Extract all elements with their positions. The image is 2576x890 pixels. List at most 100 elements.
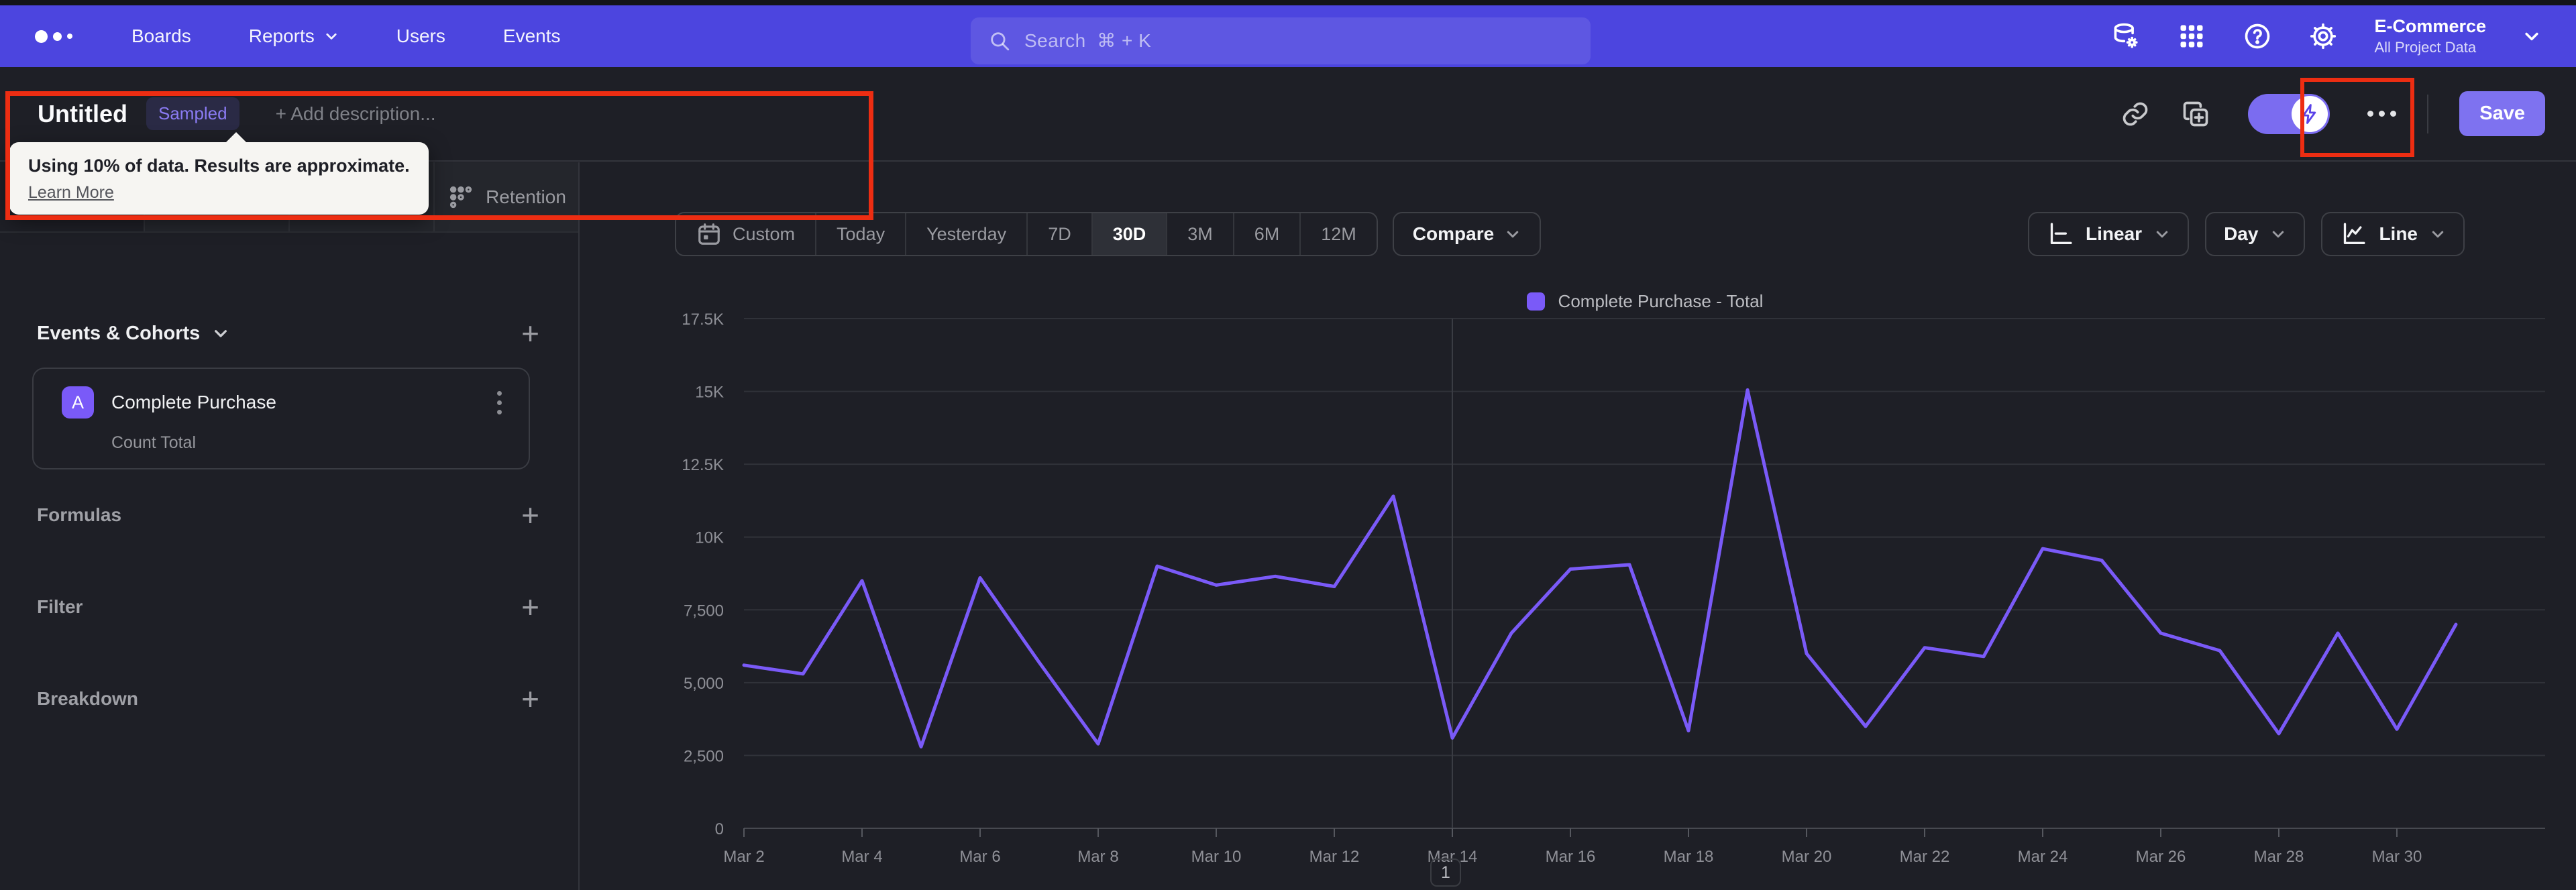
- svg-text:Mar 12: Mar 12: [1309, 848, 1360, 866]
- events-cohorts-title[interactable]: Events & Cohorts: [37, 323, 200, 345]
- scale-dropdown[interactable]: Linear: [2028, 212, 2190, 256]
- calendar-icon: [698, 223, 720, 245]
- nav-item-events[interactable]: Events: [503, 25, 561, 47]
- range-today[interactable]: Today: [815, 213, 905, 255]
- help-icon[interactable]: [2243, 21, 2272, 51]
- nav-right-group: E-Commerce All Project Data: [2111, 15, 2541, 56]
- chevron-down-icon: [326, 33, 337, 40]
- chevron-down-icon: [2156, 231, 2168, 238]
- nav-item-label: Events: [502, 25, 561, 46]
- range-yesterday[interactable]: Yesterday: [905, 213, 1026, 255]
- mixpanel-logo[interactable]: [35, 30, 72, 43]
- apps-grid-icon[interactable]: [2177, 21, 2206, 51]
- logo-dot: [53, 32, 62, 41]
- add-description[interactable]: + Add description...: [276, 103, 436, 125]
- range-label: Custom: [733, 223, 796, 244]
- range-7d[interactable]: 7D: [1026, 213, 1091, 255]
- chevron-down-icon: [1507, 231, 1519, 238]
- add-filter-button[interactable]: +: [521, 592, 539, 622]
- report-title[interactable]: Untitled: [38, 100, 127, 128]
- nav-item-users[interactable]: Users: [396, 25, 445, 47]
- tab-label: Retention: [486, 186, 566, 207]
- svg-text:7,500: 7,500: [684, 602, 724, 620]
- data-management-icon[interactable]: [2111, 21, 2141, 51]
- svg-text:15K: 15K: [695, 384, 724, 402]
- interval-label: Day: [2224, 223, 2259, 244]
- add-breakdown-button[interactable]: +: [521, 683, 539, 714]
- top-nav: Boards Reports Users Events Search ⌘ + K…: [0, 5, 2576, 67]
- tab-retention[interactable]: Retention: [433, 162, 578, 231]
- chevron-down-icon: [2273, 231, 2284, 238]
- logo-dot: [35, 30, 48, 43]
- range-3m[interactable]: 3M: [1166, 213, 1233, 255]
- event-name[interactable]: Complete Purchase: [111, 392, 276, 413]
- add-formula-button[interactable]: +: [521, 500, 539, 531]
- page-number-button[interactable]: 1: [1430, 858, 1461, 887]
- divider: [2427, 94, 2429, 133]
- copy-link-icon[interactable]: [2121, 99, 2150, 129]
- save-button[interactable]: Save: [2459, 91, 2545, 136]
- breakdown-section: Breakdown +: [37, 681, 539, 716]
- tooltip-text: Using 10% of data. Results are approxima…: [28, 156, 410, 176]
- display-controls: Linear Day Line: [2028, 212, 2465, 256]
- svg-text:17.5K: 17.5K: [682, 311, 724, 329]
- range-30d[interactable]: 30D: [1091, 213, 1167, 255]
- range-label: 30D: [1112, 223, 1146, 244]
- line-chart-svg: 0 2,500 5,000 7,500 10K 12.5K 15K 17.5K Mar 2 Mar…: [682, 311, 2545, 866]
- svg-text:Mar 6: Mar 6: [959, 848, 1000, 866]
- svg-text:Mar 28: Mar 28: [2254, 848, 2304, 866]
- project-switcher[interactable]: E-Commerce All Project Data: [2374, 15, 2486, 56]
- chevron-down-icon[interactable]: [212, 325, 229, 342]
- add-event-button[interactable]: +: [521, 318, 539, 349]
- more-options-button[interactable]: [2367, 111, 2397, 117]
- range-custom[interactable]: Custom: [676, 213, 815, 255]
- logo-dot: [67, 34, 72, 39]
- compare-dropdown[interactable]: Compare: [1392, 212, 1542, 256]
- sampled-badge[interactable]: Sampled: [146, 97, 239, 130]
- search-bar[interactable]: [971, 17, 1591, 64]
- linear-scale-icon: [2050, 223, 2072, 244]
- settings-gear-icon[interactable]: [2308, 21, 2338, 51]
- project-name: E-Commerce: [2374, 16, 2486, 37]
- breakdown-label: Breakdown: [37, 688, 138, 709]
- range-6m[interactable]: 6M: [1232, 213, 1300, 255]
- scale-label: Linear: [2086, 223, 2143, 244]
- nav-item-boards[interactable]: Boards: [131, 25, 191, 47]
- svg-text:12.5K: 12.5K: [682, 456, 724, 474]
- svg-text:2,500: 2,500: [684, 747, 724, 765]
- event-card[interactable]: A Complete Purchase Count Total: [32, 368, 530, 469]
- app: Boards Reports Users Events Search ⌘ + K…: [0, 0, 2576, 890]
- nav-item-reports[interactable]: Reports: [249, 25, 339, 47]
- events-cohorts-header: Events & Cohorts +: [37, 318, 539, 349]
- search-icon: [991, 32, 1010, 51]
- add-to-board-icon[interactable]: [2181, 99, 2210, 129]
- svg-text:5,000: 5,000: [684, 675, 724, 693]
- event-metric[interactable]: Count Total: [111, 433, 196, 453]
- range-label: 6M: [1254, 223, 1280, 244]
- chevron-down-icon[interactable]: [2522, 27, 2541, 46]
- learn-more-link[interactable]: Learn More: [28, 183, 114, 203]
- chart-type-dropdown[interactable]: Line: [2321, 212, 2465, 256]
- report-actions: Save: [2121, 91, 2545, 136]
- range-label: Yesterday: [926, 223, 1007, 244]
- range-12m[interactable]: 12M: [1299, 213, 1377, 255]
- window-top-strip: [0, 0, 2576, 5]
- svg-text:Mar 4: Mar 4: [841, 848, 882, 866]
- svg-text:Mar 26: Mar 26: [2136, 848, 2186, 866]
- interval-dropdown[interactable]: Day: [2205, 212, 2306, 256]
- search-input[interactable]: [1023, 30, 1573, 52]
- svg-text:10K: 10K: [695, 529, 724, 547]
- toggle-knob: [2292, 95, 2328, 132]
- nav-item-label: Reports: [248, 25, 315, 46]
- chevron-down-icon: [2432, 231, 2444, 238]
- event-options-kebab[interactable]: [494, 388, 504, 417]
- svg-text:Mar 8: Mar 8: [1077, 848, 1118, 866]
- chart-type-label: Line: [2379, 223, 2418, 244]
- svg-text:0: 0: [715, 820, 724, 838]
- filter-label: Filter: [37, 596, 83, 617]
- event-card-row: A Complete Purchase: [62, 386, 504, 419]
- svg-text:Mar 24: Mar 24: [2018, 848, 2068, 866]
- filter-section: Filter +: [37, 590, 539, 624]
- sampling-toggle[interactable]: [2248, 93, 2330, 134]
- date-range-group: Custom Today Yesterday 7D 30D 3M 6M 12M: [675, 212, 1378, 256]
